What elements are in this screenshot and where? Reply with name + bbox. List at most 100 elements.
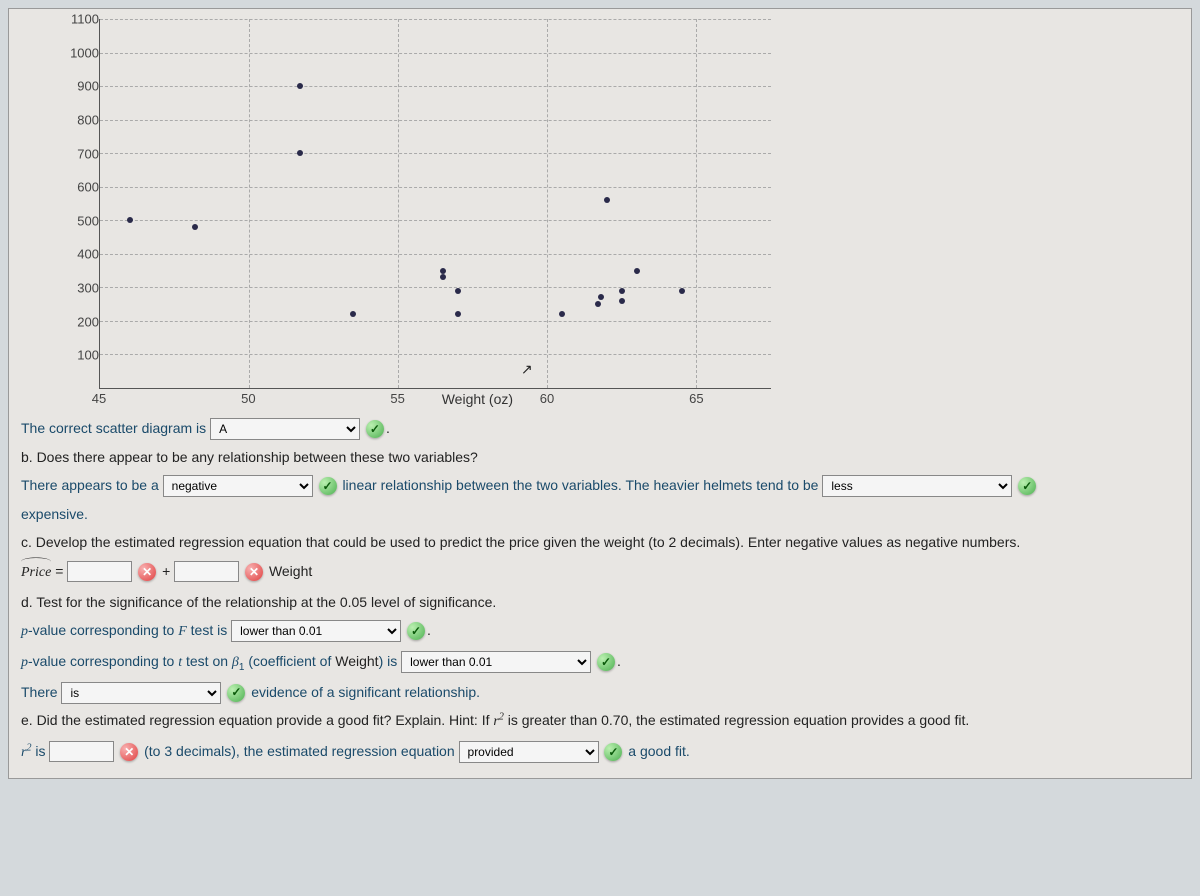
y-tick-label: 1100 — [71, 12, 99, 27]
relationship-direction-select[interactable]: negative — [163, 475, 313, 497]
x-icon: ✕ — [120, 743, 138, 761]
data-point — [440, 274, 446, 280]
data-point — [559, 311, 565, 317]
grid-line-h — [100, 19, 771, 20]
data-point — [297, 83, 303, 89]
x-tick-label: 45 — [92, 391, 106, 406]
t-lead: -value corresponding to — [28, 653, 178, 669]
cursor-icon: ↖ — [521, 361, 533, 378]
t-letter: t — [178, 655, 182, 670]
data-point — [634, 268, 640, 274]
evidence-select[interactable]: is — [61, 682, 221, 704]
data-point — [619, 298, 625, 304]
is-text: is — [35, 743, 49, 759]
intercept-input[interactable] — [67, 561, 132, 582]
scatter-answer-line: The correct scatter diagram is A ✓. — [21, 415, 1179, 442]
y-tick-label: 300 — [77, 281, 99, 296]
e-q1: e. Did the estimated regression equation… — [21, 712, 493, 728]
grid-line-h — [100, 287, 771, 288]
grid-line-h — [100, 354, 771, 355]
question-d: d. Test for the significance of the rela… — [21, 589, 1179, 616]
answer-b-line: There appears to be a negative ✓ linear … — [21, 472, 1179, 499]
b-tail: expensive. — [21, 501, 1179, 528]
y-axis: 10020030040050060070080090010001100 — [59, 19, 99, 389]
data-point — [679, 288, 685, 294]
r-squared: r2 — [493, 714, 503, 729]
grid-line-h — [100, 153, 771, 154]
F-letter: F — [178, 624, 187, 639]
x-tick-label: 55 — [390, 391, 404, 406]
x-icon: ✕ — [245, 563, 263, 581]
t-mid1: test on — [186, 653, 232, 669]
x-icon: ✕ — [138, 563, 156, 581]
evidence-text: evidence of a significant relationship. — [251, 684, 480, 700]
scatter-diagram-select[interactable]: A — [210, 418, 360, 440]
data-point — [619, 288, 625, 294]
y-tick-label: 1000 — [70, 45, 99, 60]
data-point — [127, 217, 133, 223]
x-tick-label: 50 — [241, 391, 255, 406]
there-text: There — [21, 684, 58, 700]
t-test-line: p-value corresponding to t test on β1 (c… — [21, 648, 1179, 677]
data-point — [604, 197, 610, 203]
question-b: b. Does there appear to be any relations… — [21, 444, 1179, 471]
x-axis-label: Weight (oz) — [442, 391, 513, 407]
question-c: c. Develop the estimated regression equa… — [21, 529, 1179, 556]
pvalue-label: p — [21, 655, 28, 670]
e-q2: is greater than 0.70, the estimated regr… — [508, 712, 970, 728]
goodfit-select[interactable]: provided — [459, 741, 599, 763]
e-tail: a good fit. — [628, 743, 690, 759]
pvalue-label: p — [21, 624, 28, 639]
sq-sup: 2 — [26, 742, 31, 753]
grid-line-h — [100, 321, 771, 322]
grid-line-h — [100, 86, 771, 87]
x-tick-label: 65 — [689, 391, 703, 406]
y-tick-label: 400 — [77, 247, 99, 262]
f-pvalue-select[interactable]: lower than 0.01 — [231, 620, 401, 642]
evidence-line: There is ✓ evidence of a significant rel… — [21, 679, 1179, 706]
exercise-page: 10020030040050060070080090010001100 ↖ We… — [8, 8, 1192, 779]
y-tick-label: 500 — [77, 213, 99, 228]
b-lead: There appears to be a — [21, 477, 159, 493]
slope-input[interactable] — [174, 561, 239, 582]
check-icon: ✓ — [319, 477, 337, 495]
data-point — [455, 311, 461, 317]
check-icon: ✓ — [1018, 477, 1036, 495]
y-tick-label: 900 — [77, 79, 99, 94]
plus-sign: + — [162, 563, 174, 579]
price-hat-label: Price — [21, 560, 51, 587]
data-point — [350, 311, 356, 317]
data-point — [595, 301, 601, 307]
check-icon: ✓ — [604, 743, 622, 761]
t-mid3: ) is — [379, 653, 398, 669]
data-point — [440, 268, 446, 274]
t-pvalue-select[interactable]: lower than 0.01 — [401, 651, 591, 673]
grid-line-h — [100, 187, 771, 188]
period-text: . — [617, 653, 621, 669]
grid-line-v — [696, 19, 697, 388]
period-text: . — [427, 622, 431, 638]
check-icon: ✓ — [597, 653, 615, 671]
f-lead: -value corresponding to — [28, 622, 178, 638]
weight-in-paren: Weight — [335, 653, 378, 669]
grid-line-v — [249, 19, 250, 388]
scatter-chart: 10020030040050060070080090010001100 ↖ We… — [59, 19, 771, 409]
sq-sup: 2 — [499, 711, 504, 722]
y-tick-label: 600 — [77, 180, 99, 195]
scatter-intro-text: The correct scatter diagram is — [21, 420, 206, 436]
beta-sub: 1 — [239, 662, 245, 673]
data-point — [455, 288, 461, 294]
r-squared-lhs: r2 — [21, 745, 31, 760]
heavier-tend-select[interactable]: less — [822, 475, 1012, 497]
x-axis: Weight (oz) 4550556065 — [99, 389, 771, 409]
data-point — [192, 224, 198, 230]
grid-line-h — [100, 254, 771, 255]
y-tick-label: 200 — [77, 314, 99, 329]
x-tick-label: 60 — [540, 391, 554, 406]
f-mid: test is — [191, 622, 228, 638]
plot-area: ↖ — [99, 19, 771, 389]
grid-line-h — [100, 53, 771, 54]
r2-input[interactable] — [49, 741, 114, 762]
grid-line-h — [100, 120, 771, 121]
data-point — [297, 150, 303, 156]
